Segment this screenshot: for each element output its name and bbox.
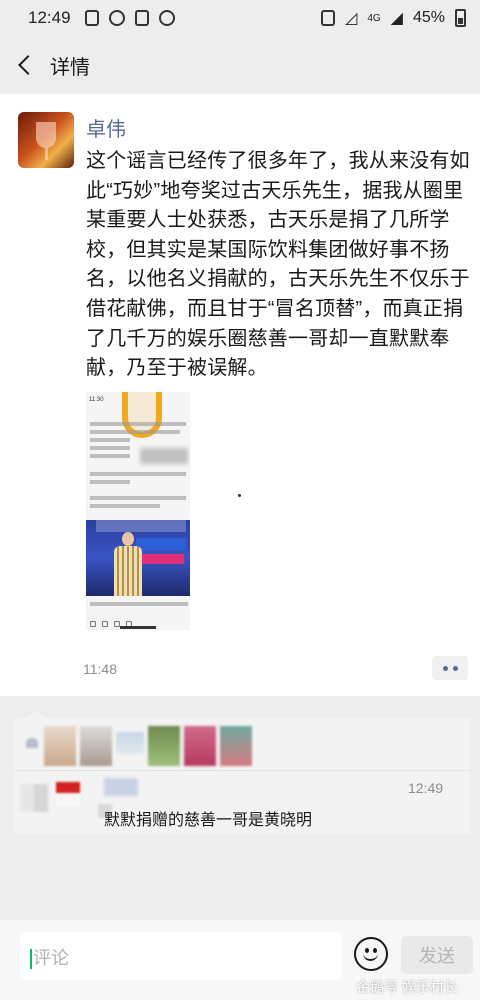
emoji-mouth [363,953,378,961]
image-text-line [90,422,186,426]
comment-icon-blurred [20,784,48,812]
post-text: 这个谣言已经传了很多年了，我从来没有如此“巧妙”地夸奖过古天乐先生，据我从圈里某… [86,150,470,380]
source-watermark: 企鹅号 娱乐村长 [356,979,458,995]
event-photo [86,520,190,596]
photo-banner [136,538,186,550]
signal-bars-icon: ◢ [390,10,403,27]
signal-icon: ◿ [345,10,358,27]
dot-icon [452,665,458,671]
image-text-line [90,430,180,434]
wine-glass-icon [36,122,56,148]
photo-banner-pink [140,554,184,564]
person-figure [114,532,142,596]
person-head [122,532,134,546]
dot-icon [442,665,448,671]
image-caption-line [90,602,188,606]
vibrate-icon [321,10,335,26]
heart-icon [26,738,38,748]
comment-time: 12:49 [408,780,444,796]
author-avatar[interactable] [18,112,74,168]
comment-icon [90,621,96,627]
battery-percentage: 45% [412,9,445,26]
more-actions-button[interactable] [432,656,468,680]
commenter-name[interactable] [104,778,138,796]
network-type: 4G [367,12,381,24]
page-title: 详情 [50,56,90,79]
liker-avatar[interactable] [184,726,216,766]
commenter-avatar[interactable] [56,782,80,806]
wechat-icon [158,10,175,26]
image-text-line [90,480,130,484]
battery-icon [455,9,466,27]
image-text-line [90,446,130,450]
wine-glass-stem [45,148,48,160]
liker-avatar[interactable] [116,732,144,754]
post-time: 11:48 [83,661,117,677]
liker-avatar[interactable] [80,726,112,766]
image-footer-icons [90,614,186,627]
post-image[interactable]: 11:30 [86,392,190,630]
chevron-left-icon [18,55,38,75]
blurred-watermark [140,448,188,464]
person-shirt [114,546,142,596]
liker-avatar[interactable] [148,726,180,766]
liker-avatar[interactable] [220,726,252,766]
paw-icon [134,10,149,26]
send-button[interactable]: 发送 [401,936,473,974]
emoji-button[interactable] [354,937,388,971]
text-caret [30,949,32,970]
comment-input[interactable]: 评论 [20,932,342,980]
system-icons: ◿ 4G ◢ 45% [321,8,466,28]
dot-mark [238,494,241,497]
message-icon [108,10,125,26]
liker-avatar[interactable] [44,726,76,766]
comment-text[interactable]: 默默捐赠的慈善一哥是黄晓明 [104,806,312,830]
back-button[interactable] [0,36,50,94]
status-time: 12:49 [28,8,71,27]
image-text-line [90,438,130,442]
notification-icons [84,10,175,26]
likes-divider [14,770,470,771]
image-text-line [90,504,160,508]
photo-backdrop-text [96,520,186,532]
image-text-line [90,472,186,476]
nav-bar: 详情 [0,36,480,94]
image-text-line [90,496,186,500]
image-screenshot-time: 11:30 [89,397,104,403]
sim-icon [84,10,99,26]
author-name[interactable]: 卓伟 [86,113,126,142]
image-text-line [90,454,130,458]
likers-row [26,718,280,770]
home-indicator-bar [120,626,156,629]
like-icon [102,621,108,627]
status-bar: 12:49 ◿ 4G ◢ 45% [0,0,480,36]
comment-input-placeholder: 评论 [33,948,69,968]
